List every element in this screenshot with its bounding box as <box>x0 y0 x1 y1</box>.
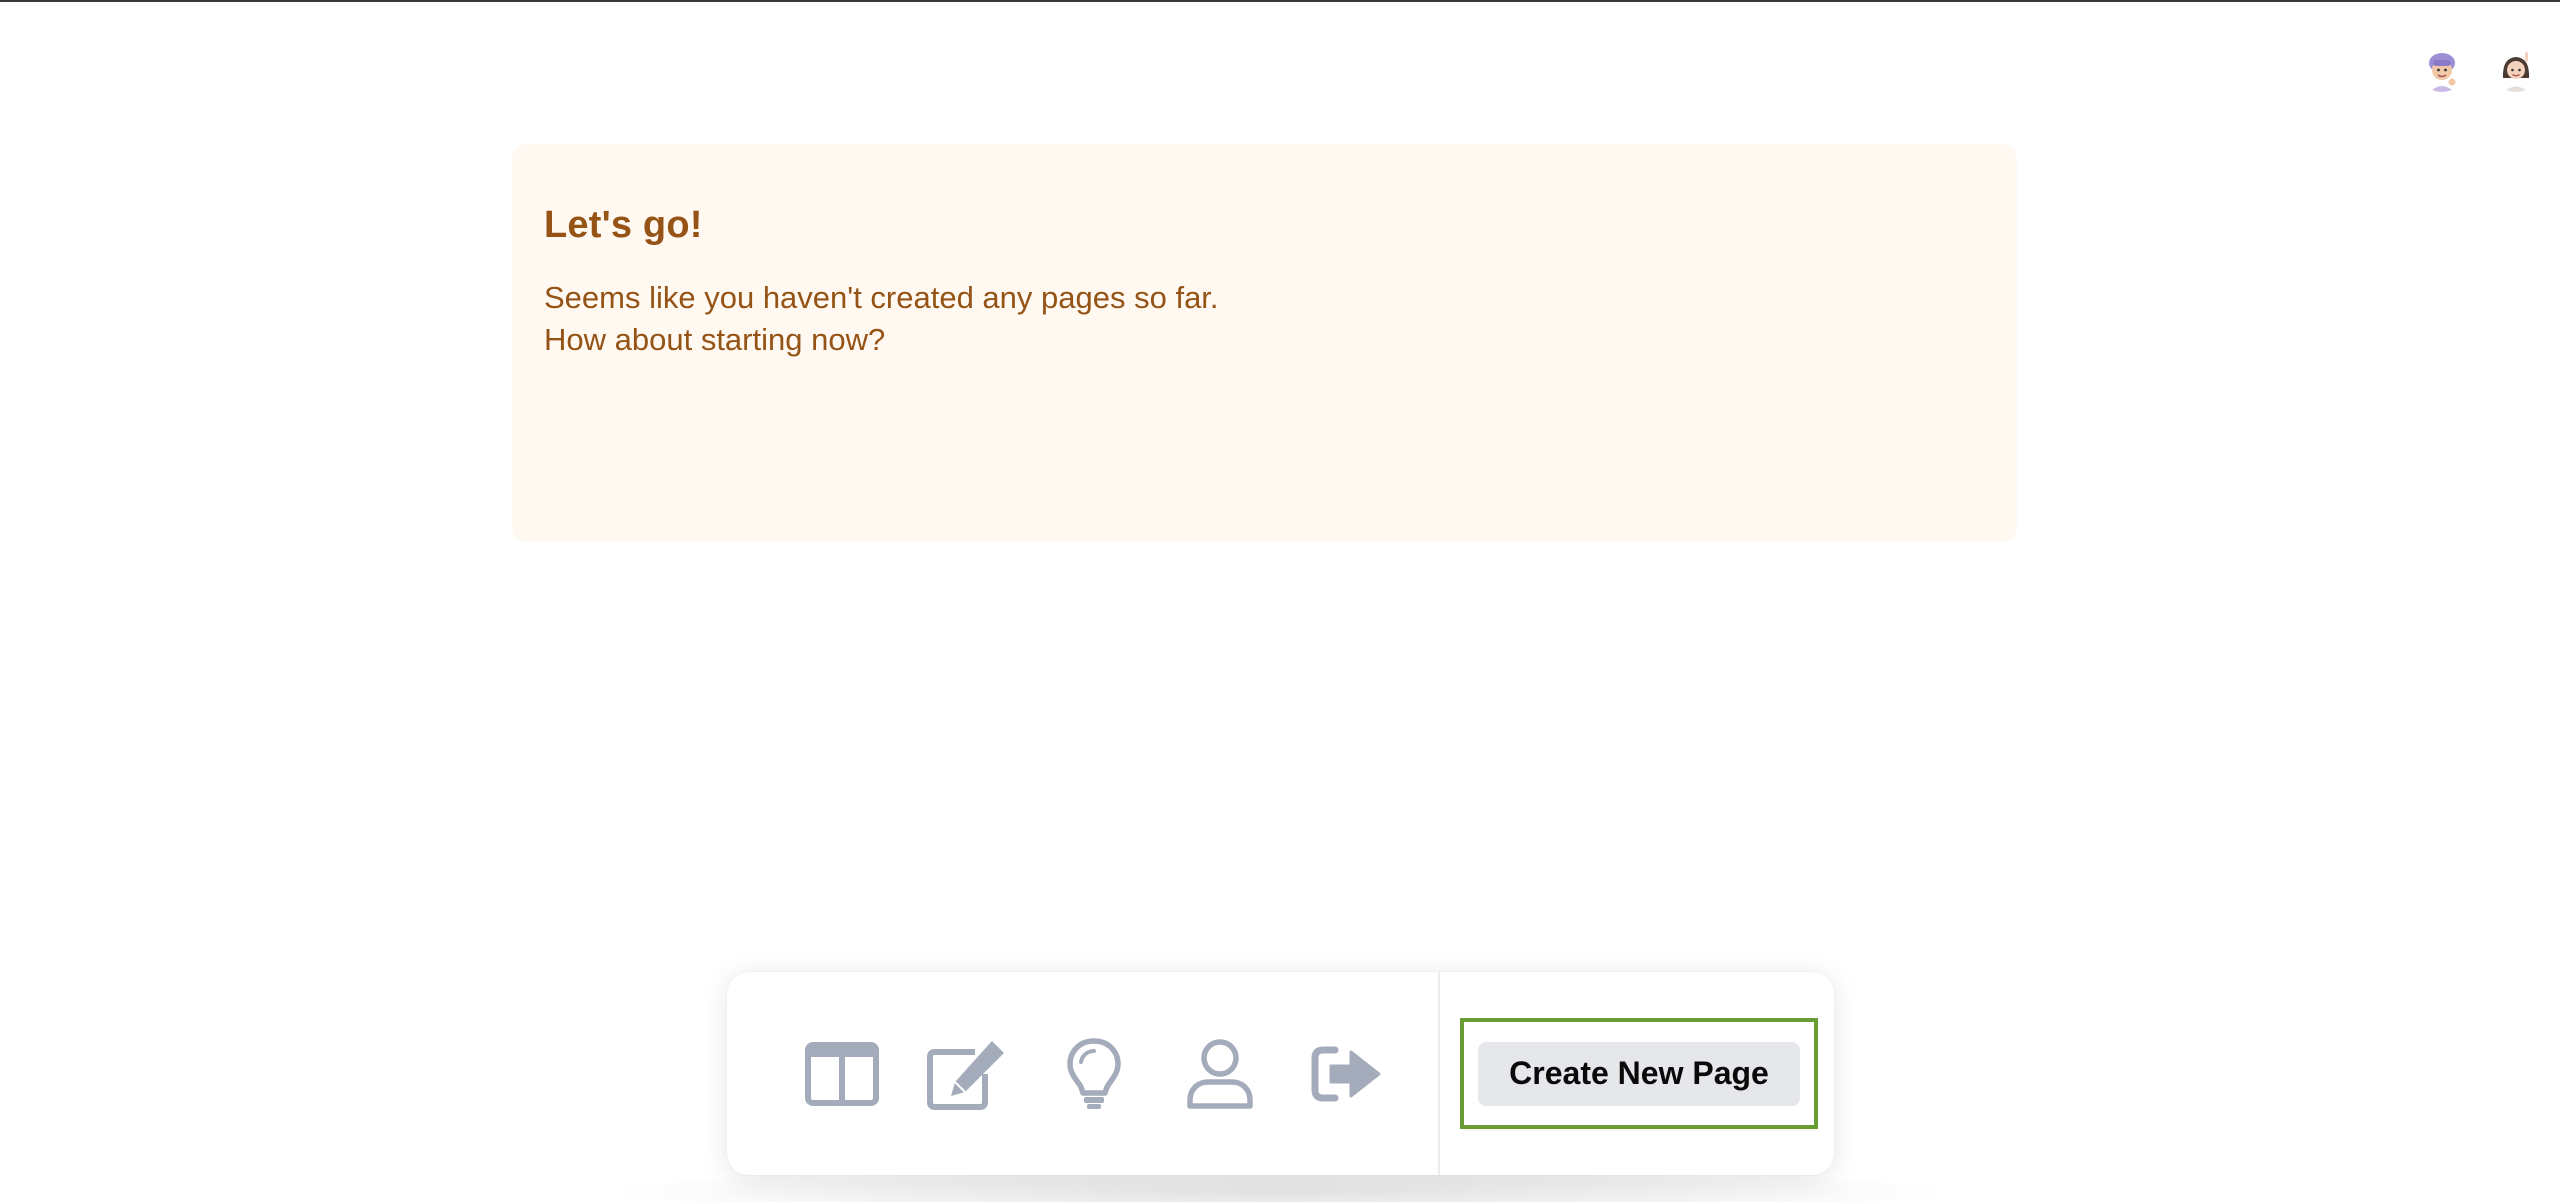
app-page: Let's go! Seems like you haven't created… <box>0 0 2560 1202</box>
collaborator-avatars <box>2420 48 2538 92</box>
bottom-toolbar: Create New Page <box>727 972 1834 1175</box>
ideas-button[interactable] <box>1039 972 1149 1175</box>
logout-button[interactable] <box>1291 972 1401 1175</box>
toolbar-icon-group <box>727 972 1438 1175</box>
columns-layout-icon <box>805 1041 879 1106</box>
user-icon <box>1187 1038 1253 1109</box>
notice-title: Let's go! <box>544 204 703 246</box>
notice-message-line-1: Seems like you haven't created any pages… <box>544 280 1219 315</box>
avatar-woman[interactable] <box>2494 48 2538 92</box>
notice-message-line-2: How about starting now? <box>544 322 886 357</box>
create-new-page-button[interactable]: Create New Page <box>1478 1041 1800 1106</box>
dashboard-button[interactable] <box>787 972 897 1175</box>
empty-state-notice: Let's go! Seems like you haven't created… <box>512 144 2017 542</box>
toolbar-divider <box>1438 972 1440 1175</box>
lightbulb-icon <box>1067 1037 1121 1109</box>
edit-icon <box>927 1040 1004 1110</box>
sign-out-icon <box>1311 1046 1381 1101</box>
profile-button[interactable] <box>1165 972 1275 1175</box>
edit-button[interactable] <box>913 972 1023 1175</box>
create-page-highlight: Create New Page <box>1460 1018 1818 1129</box>
avatar-purple-hair[interactable] <box>2420 48 2464 92</box>
